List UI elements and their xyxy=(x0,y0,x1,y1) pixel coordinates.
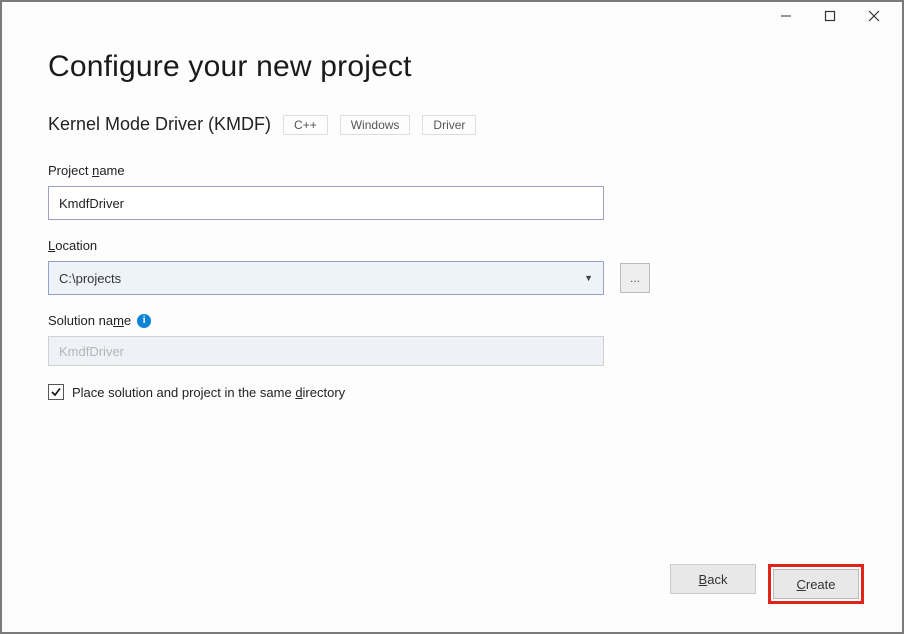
create-button-highlight: Create xyxy=(768,564,864,604)
titlebar xyxy=(2,2,902,30)
browse-button[interactable]: ... xyxy=(620,263,650,293)
chevron-down-icon: ▼ xyxy=(584,273,593,283)
same-directory-row: Place solution and project in the same d… xyxy=(48,384,856,400)
minimize-button[interactable] xyxy=(764,2,808,30)
info-icon[interactable]: i xyxy=(137,314,151,328)
maximize-icon xyxy=(824,10,836,22)
location-value: C:\projects xyxy=(59,271,121,286)
location-combo[interactable]: C:\projects ▼ xyxy=(48,261,604,295)
back-button[interactable]: Back xyxy=(670,564,756,594)
solution-name-label: Solution name i xyxy=(48,313,856,328)
page-title: Configure your new project xyxy=(48,50,856,84)
template-row: Kernel Mode Driver (KMDF) C++ Windows Dr… xyxy=(48,114,856,135)
tag-driver: Driver xyxy=(422,115,476,135)
ellipsis-icon: ... xyxy=(630,271,640,285)
footer-buttons: Back Create xyxy=(670,564,864,604)
same-directory-label: Place solution and project in the same d… xyxy=(72,385,345,400)
tag-cpp: C++ xyxy=(283,115,328,135)
solution-name-input: KmdfDriver xyxy=(48,336,604,366)
project-name-label: Project name xyxy=(48,163,856,178)
create-button[interactable]: Create xyxy=(773,569,859,599)
close-icon xyxy=(868,10,880,22)
content-area: Configure your new project Kernel Mode D… xyxy=(2,30,902,400)
template-name: Kernel Mode Driver (KMDF) xyxy=(48,114,271,135)
close-button[interactable] xyxy=(852,2,896,30)
location-label: Location xyxy=(48,238,856,253)
maximize-button[interactable] xyxy=(808,2,852,30)
solution-name-group: Solution name i KmdfDriver xyxy=(48,313,856,366)
same-directory-checkbox[interactable] xyxy=(48,384,64,400)
checkmark-icon xyxy=(50,386,62,398)
project-name-group: Project name xyxy=(48,163,856,220)
location-group: Location C:\projects ▼ ... xyxy=(48,238,856,295)
project-name-input[interactable] xyxy=(48,186,604,220)
tag-windows: Windows xyxy=(340,115,411,135)
minimize-icon xyxy=(780,10,792,22)
